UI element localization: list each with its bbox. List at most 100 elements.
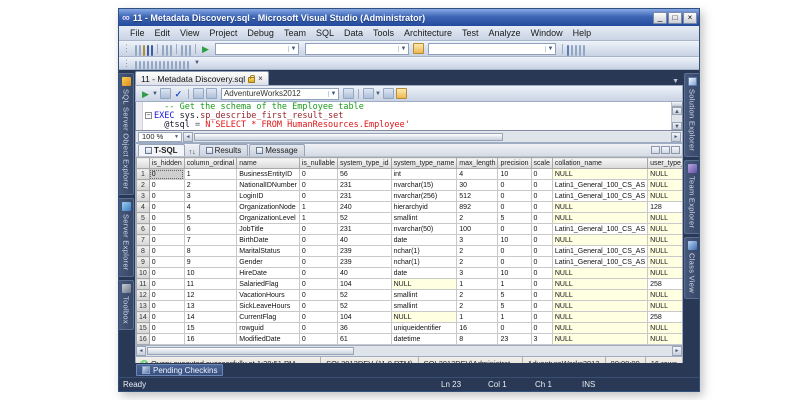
uncomment-selection-icon[interactable] [163, 61, 165, 70]
grid-cell[interactable]: 100 [456, 223, 499, 235]
grid-cell[interactable]: 3 [530, 333, 553, 345]
menu-tools[interactable]: Tools [368, 27, 399, 39]
grid-cell[interactable]: NULL [551, 168, 649, 180]
grid-cell[interactable]: NULL [551, 212, 649, 224]
grid-cell[interactable]: NULL [551, 311, 649, 323]
decrease-indent-icon[interactable] [151, 61, 153, 70]
grid-cell[interactable]: 0 [148, 322, 185, 334]
database-combo[interactable]: AdventureWorks2012 ▼ [220, 87, 339, 100]
connect-icon[interactable] [192, 88, 204, 99]
grid-cell[interactable]: MaritalStatus [236, 245, 300, 257]
grid-cell[interactable]: NULL [647, 190, 682, 202]
grid-cell[interactable]: 231 [336, 179, 392, 191]
grid-cell[interactable]: SalariedFlag [236, 278, 300, 290]
grid-cell[interactable]: smallint [390, 212, 458, 224]
grid-cell[interactable]: 0 [298, 223, 338, 235]
properties-window-icon[interactable] [571, 44, 573, 56]
grid-cell[interactable]: 0 [530, 300, 553, 312]
extension-manager-icon[interactable] [583, 44, 585, 56]
grid-cell[interactable]: 10 [497, 168, 532, 180]
grid-cell[interactable]: NULL [647, 234, 682, 246]
menu-help[interactable]: Help [568, 27, 597, 39]
previous-bookmark-folder-icon[interactable] [179, 61, 181, 70]
cancel-query-icon[interactable] [159, 88, 171, 99]
grid-cell[interactable]: 0 [148, 267, 185, 279]
find-combo[interactable]: ▼ [428, 42, 556, 55]
chevron-down-icon[interactable]: ▼ [152, 91, 158, 97]
row-header[interactable]: 9 [136, 256, 150, 268]
grid-cell[interactable]: BusinessEntityID [236, 168, 300, 180]
grid-cell[interactable]: 40 [336, 234, 392, 246]
pane-maximize-icon[interactable] [661, 146, 670, 154]
configuration-combo[interactable]: ▼ [215, 42, 299, 55]
grid-cell[interactable]: 10 [497, 234, 532, 246]
grid-cell[interactable]: 2 [456, 289, 499, 301]
grid-cell[interactable]: 0 [148, 234, 185, 246]
grid-cell[interactable]: 231 [336, 190, 392, 202]
grid-cell[interactable]: 5 [497, 289, 532, 301]
editor-horizontal-scrollbar[interactable]: ◄ ► [183, 131, 681, 142]
code-area[interactable]: -- Get the schema of the Employee table −… [143, 102, 671, 130]
comment-selection-icon[interactable] [159, 61, 161, 70]
object-browser-icon[interactable] [575, 44, 577, 56]
column-header-user-type-id[interactable]: user_type_id [647, 157, 682, 169]
grid-cell[interactable]: 0 [497, 179, 532, 191]
grid-cell[interactable]: 2 [183, 179, 238, 191]
grid-cell[interactable]: 258 [647, 311, 682, 323]
grid-cell[interactable]: NULL [551, 322, 649, 334]
grid-cell[interactable]: 14 [183, 311, 238, 323]
grid-cell[interactable]: NULL [647, 179, 682, 191]
new-query-connection-icon[interactable] [342, 88, 354, 99]
column-header-scale[interactable]: scale [530, 157, 553, 169]
grid-cell[interactable]: rowguid [236, 322, 300, 334]
grid-cell[interactable]: 0 [530, 190, 553, 202]
grid-cell[interactable]: 231 [336, 223, 392, 235]
title-bar[interactable]: ∞ 11 - Metadata Discovery.sql - Microsof… [119, 9, 699, 26]
chevron-down-icon[interactable]: ▼ [375, 91, 381, 97]
grid-cell[interactable]: 10 [183, 267, 238, 279]
increase-indent-icon[interactable] [155, 61, 157, 70]
grid-cell[interactable]: 0 [530, 289, 553, 301]
row-header[interactable]: 2 [136, 179, 150, 191]
pane-dock-icon[interactable] [651, 146, 660, 154]
grid-cell[interactable]: nchar(1) [390, 245, 458, 257]
grid-cell[interactable]: 892 [456, 201, 499, 213]
results-options-icon[interactable] [395, 88, 407, 99]
grid-cell[interactable]: NULL [647, 245, 682, 257]
grid-cell[interactable]: 3 [456, 234, 499, 246]
grid-cell[interactable]: NULL [647, 322, 682, 334]
scroll-left-icon[interactable]: ◄ [136, 346, 146, 356]
scroll-down-icon[interactable]: ▼ [672, 122, 682, 130]
grid-cell[interactable]: JobTitle [236, 223, 300, 235]
grid-cell[interactable]: 0 [530, 267, 553, 279]
scroll-thumb[interactable] [194, 132, 503, 141]
disconnect-icon[interactable] [205, 88, 217, 99]
menu-view[interactable]: View [175, 27, 204, 39]
validate-syntax-icon[interactable]: ✓ [173, 88, 184, 99]
grid-cell[interactable]: 52 [336, 212, 392, 224]
active-files-dropdown-icon[interactable]: ▼ [668, 78, 683, 85]
grid-cell[interactable]: 104 [336, 311, 392, 323]
grid-cell[interactable]: 52 [336, 300, 392, 312]
grid-cell[interactable]: 1 [298, 201, 338, 213]
sort-icon[interactable]: ↑↓ [186, 149, 199, 156]
menu-window[interactable]: Window [526, 27, 568, 39]
grid-cell[interactable]: 61 [336, 333, 392, 345]
scroll-right-icon[interactable]: ► [672, 346, 682, 356]
grid-cell[interactable]: 3 [183, 190, 238, 202]
grid-cell[interactable]: 30 [456, 179, 499, 191]
grid-cell[interactable]: 0 [530, 311, 553, 323]
document-tab-active[interactable]: 11 - Metadata Discovery.sql × [135, 71, 269, 85]
grid-cell[interactable]: 0 [148, 256, 185, 268]
estimated-plan-icon[interactable] [362, 88, 374, 99]
grid-cell[interactable]: 11 [183, 278, 238, 290]
minimize-button[interactable]: _ [653, 11, 667, 24]
grid-cell[interactable]: 0 [148, 278, 185, 290]
tab-results[interactable]: Results [198, 144, 249, 156]
side-tab-toolbox[interactable]: Toolbox [119, 280, 134, 331]
grid-cell[interactable]: BirthDate [236, 234, 300, 246]
grid-cell[interactable]: NULL [551, 267, 649, 279]
grid-cell[interactable]: 0 [148, 245, 185, 257]
grid-cell[interactable]: 0 [530, 278, 553, 290]
grid-cell[interactable]: 0 [298, 322, 338, 334]
